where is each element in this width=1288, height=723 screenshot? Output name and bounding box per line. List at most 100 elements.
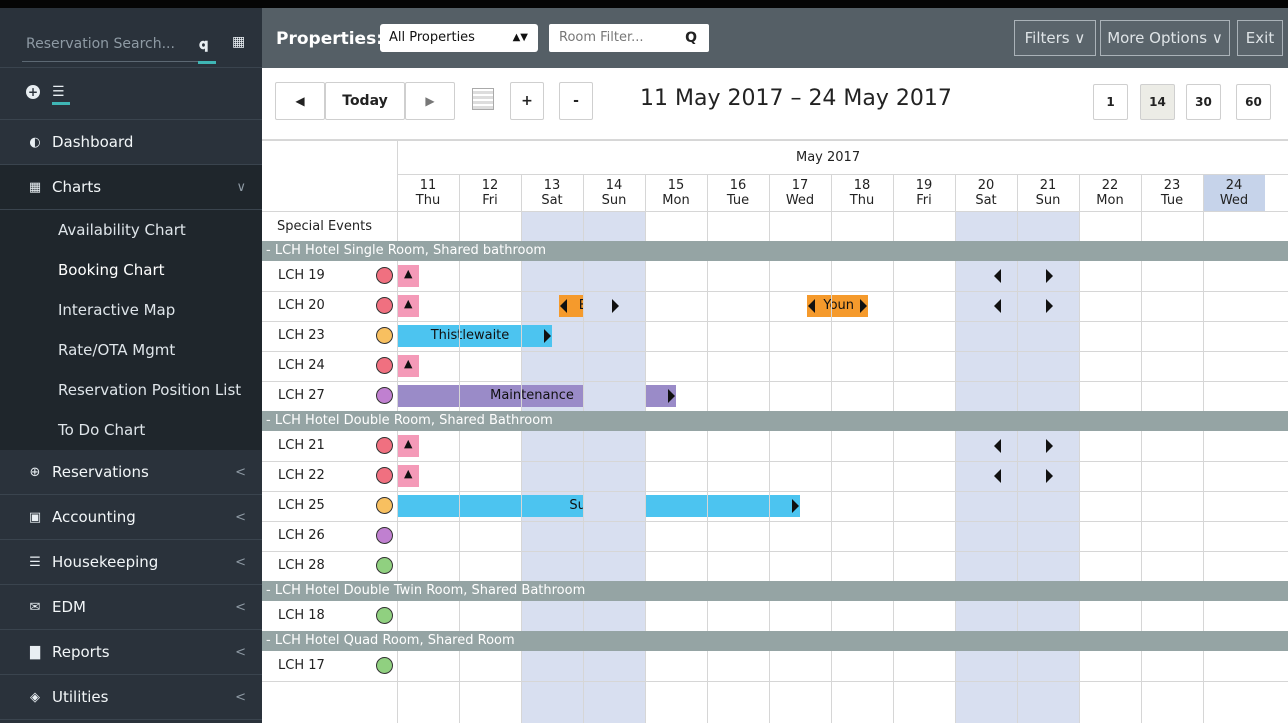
grid-line [262,211,1288,212]
booking-bar[interactable]: Thistlewaite [398,325,552,347]
room-group-header[interactable]: - LCH Hotel Quad Room, Shared Room [262,631,1288,651]
zoom-option-1[interactable]: 1 [1093,84,1128,120]
arrow-right-icon [1046,439,1054,453]
next-button[interactable]: ▶ [405,82,455,120]
today-button[interactable]: Today [325,82,405,120]
day-of-week: Tue [726,193,750,208]
booking-bar[interactable]: ▲ [398,265,419,287]
sidebar-item-edm[interactable]: ✉ EDM < [0,585,262,630]
arrow-right-icon [792,499,799,513]
day-number: 21 [1039,178,1057,193]
quick-actions: + ☰ [0,68,262,120]
room-status-dot[interactable] [376,527,393,544]
day-of-week: Fri [482,193,498,208]
day-header: 12 Fri [459,178,521,208]
booking-bar[interactable]: ▲ [398,435,419,457]
day-number: 18 [853,178,871,193]
sidebar-item-label: Reservations [52,463,149,481]
room-status-dot[interactable] [376,357,393,374]
zoom-option-60[interactable]: 60 [1236,84,1271,120]
properties-select[interactable]: All Properties ▲▼ [380,24,538,52]
room-filter-input[interactable]: Room Filter... Q [549,24,709,52]
room-status-dot[interactable] [376,437,393,454]
chart-controls: ◀ Today ▶ + - 11 May 2017 – 24 May 2017 … [262,68,1288,140]
submenu-to-do-chart[interactable]: To Do Chart [0,410,262,450]
booking-bar[interactable]: ▲ [398,355,419,377]
day-of-week: Sat [541,193,563,208]
room-status-dot[interactable] [376,497,393,514]
room-status-dot[interactable] [376,657,393,674]
day-header: 11 Thu [397,178,459,208]
room-name: LCH 22 [278,468,325,483]
zoom-option-30[interactable]: 30 [1186,84,1221,120]
submenu-interactive-map[interactable]: Interactive Map [0,290,262,330]
submenu-booking-chart[interactable]: Booking Chart [0,250,262,290]
sidebar-item-charts[interactable]: ▦ Charts ∨ [0,165,262,210]
arrow-left-icon [994,469,1002,483]
room-status-dot[interactable] [376,607,393,624]
zoom-out-button[interactable]: - [559,82,593,120]
calendar-picker-icon[interactable] [472,88,494,110]
submenu-availability-chart[interactable]: Availability Chart [0,210,262,250]
zoom-option-14[interactable]: 14 [1140,84,1175,120]
booking-bar[interactable]: ▲ [398,295,419,317]
prev-button[interactable]: ◀ [275,82,325,120]
sidebar-item-housekeeping[interactable]: ☰ Housekeeping < [0,540,262,585]
arrow-left-icon [994,269,1002,283]
chevron-left-icon: < [235,510,246,525]
sidebar-item-reservations[interactable]: ⊕ Reservations < [0,450,262,495]
sidebar-item-accounting[interactable]: ▣ Accounting < [0,495,262,540]
submenu-rate-ota-mgmt[interactable]: Rate/OTA Mgmt [0,330,262,370]
zoom-in-button[interactable]: + [510,82,544,120]
search-underline [22,61,210,62]
booking-bar[interactable]: ▲ [398,465,419,487]
reservation-search-input[interactable]: Reservation Search... [26,36,175,52]
booking-marker-icon: ▲ [404,297,413,310]
sidebar-item-utilities[interactable]: ◈ Utilities < [0,675,262,720]
envelope-icon: ✉ [29,600,41,615]
room-group-header[interactable]: - LCH Hotel Double Twin Room, Shared Bat… [262,581,1288,601]
room-status-dot[interactable] [376,327,393,344]
room-status-dot[interactable] [376,297,393,314]
filters-button-label: Filters [1024,29,1070,47]
calendar-icon[interactable]: ▦ [232,34,245,50]
sidebar-item-label: Utilities [52,688,109,706]
day-number: 20 [977,178,995,193]
money-icon: ▣ [28,510,42,525]
filters-button[interactable]: Filters ∨ [1014,20,1096,56]
day-number: 22 [1101,178,1119,193]
room-status-dot[interactable] [376,557,393,574]
search-icon[interactable]: 𝐪 [199,35,208,53]
properties-label: Properties: [276,29,384,49]
arrow-right-icon: ▶ [425,94,435,108]
day-number: 16 [729,178,747,193]
search-accent [198,61,216,64]
arrow-left-icon [808,299,816,313]
room-status-dot[interactable] [376,387,393,404]
bed-icon[interactable]: ☰ [52,84,65,100]
chevron-left-icon: < [235,600,246,615]
arrow-right-icon [1046,269,1054,283]
add-icon[interactable]: + [26,85,40,99]
search-icon[interactable]: Q [685,24,697,52]
room-status-dot[interactable] [376,267,393,284]
day-header: 21 Sun [1017,178,1079,208]
more-options-button[interactable]: More Options ∨ [1100,20,1230,56]
sidebar-item-dashboard[interactable]: ◐ Dashboard [0,120,262,165]
exit-button[interactable]: Exit [1237,20,1283,56]
submenu-reservation-position-list[interactable]: Reservation Position List [0,370,262,410]
grid-line [262,381,1288,382]
booking-marker-icon: ▲ [404,267,413,280]
room-status-dot[interactable] [376,467,393,484]
room-group-header[interactable]: - LCH Hotel Double Room, Shared Bathroom [262,411,1288,431]
top-bar: Properties: All Properties ▲▼ Room Filte… [262,8,1288,68]
room-name: LCH 19 [278,268,325,283]
room-name: LCH 21 [278,438,325,453]
booking-bar[interactable]: Youn [807,295,869,317]
sidebar-item-reports[interactable]: ▇ Reports < [0,630,262,675]
select-arrows-icon: ▲▼ [512,32,528,43]
reservation-search[interactable]: Reservation Search... 𝐪 ▦ [0,8,262,68]
room-group-header[interactable]: - LCH Hotel Single Room, Shared bathroom [262,241,1288,261]
arrow-right-icon [612,299,620,313]
bed-icon: ☰ [29,555,41,570]
